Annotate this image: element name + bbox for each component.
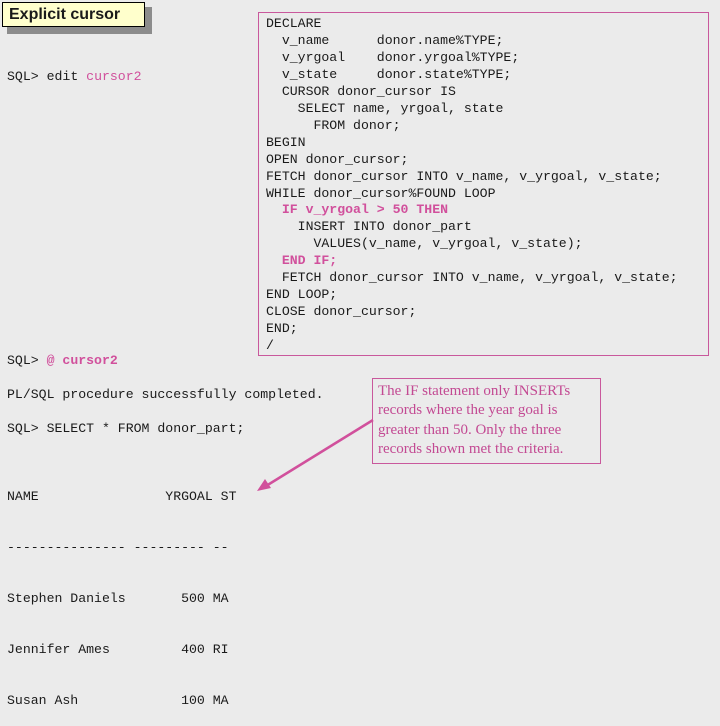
arrow-line <box>265 418 374 488</box>
arrow-head <box>257 479 271 491</box>
table-row: Stephen Daniels 500 MA <box>7 591 229 606</box>
result-separator: --------------- --------- -- <box>7 540 229 555</box>
table-row: Susan Ash 100 MA <box>7 693 229 708</box>
callout-arrow-icon <box>257 418 374 491</box>
table-row: Jennifer Ames 400 RI <box>7 642 229 657</box>
